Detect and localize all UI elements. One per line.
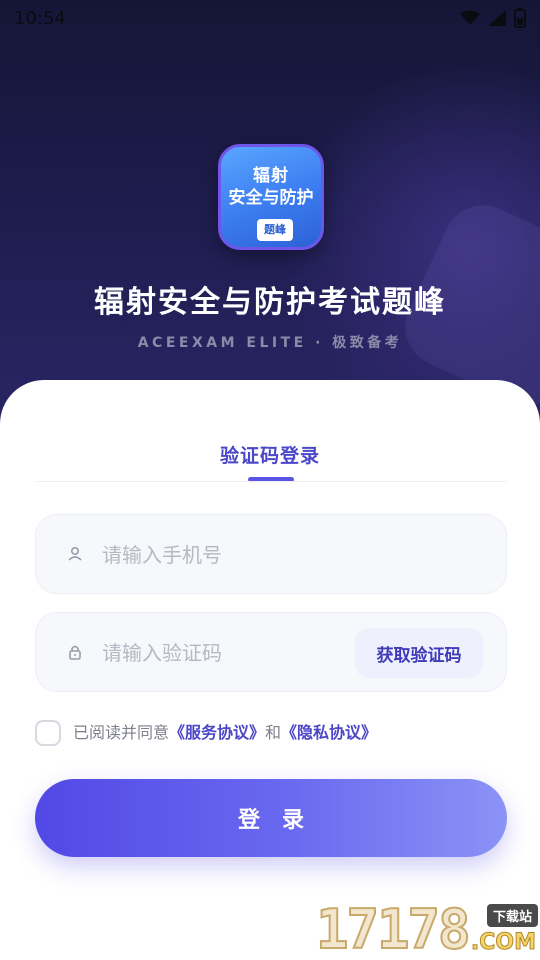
phone-input[interactable] [102, 535, 372, 575]
service-agreement-link[interactable]: 《服务协议》 [169, 719, 265, 743]
phone-field [35, 514, 507, 594]
cellular-signal-icon [488, 10, 506, 26]
wifi-icon [460, 10, 480, 25]
code-field: 获取验证码 [35, 612, 507, 692]
app-logo-badge: 题峰 [257, 219, 293, 241]
agreement-checkbox[interactable] [35, 720, 61, 746]
watermark-number: 17178 [315, 898, 472, 960]
status-icons [460, 8, 526, 28]
battery-icon [514, 8, 526, 28]
code-input[interactable] [102, 633, 372, 673]
tab-sms-login[interactable]: 验证码登录 [0, 441, 540, 468]
app-title: 辐射安全与防护考试题峰 [94, 285, 446, 320]
app-logo-line2: 安全与防护 [228, 188, 314, 208]
agreement-row: 已阅读并同意 《服务协议》 和 《隐私协议》 [35, 716, 377, 746]
lock-icon [69, 645, 81, 660]
app-logo: 辐射 安全与防护 题峰 [218, 144, 324, 250]
watermark-com: .COM [470, 930, 536, 956]
user-icon [68, 546, 82, 561]
status-bar: 10:54 [0, 0, 540, 36]
watermark-logo: 17178 下载站 .COM [312, 898, 540, 960]
tab-divider [36, 481, 506, 482]
status-time: 10:54 [14, 7, 66, 29]
get-code-button[interactable]: 获取验证码 [355, 628, 483, 678]
watermark-tag: 下载站 [486, 904, 538, 927]
app-subtitle: ACEEXAM ELITE · 极致备考 [137, 335, 403, 351]
agreement-and: 和 [265, 723, 282, 742]
privacy-agreement-link[interactable]: 《隐私协议》 [281, 719, 377, 743]
agreement-prefix: 已阅读并同意 [73, 723, 170, 742]
login-button[interactable]: 登录 [35, 779, 507, 857]
